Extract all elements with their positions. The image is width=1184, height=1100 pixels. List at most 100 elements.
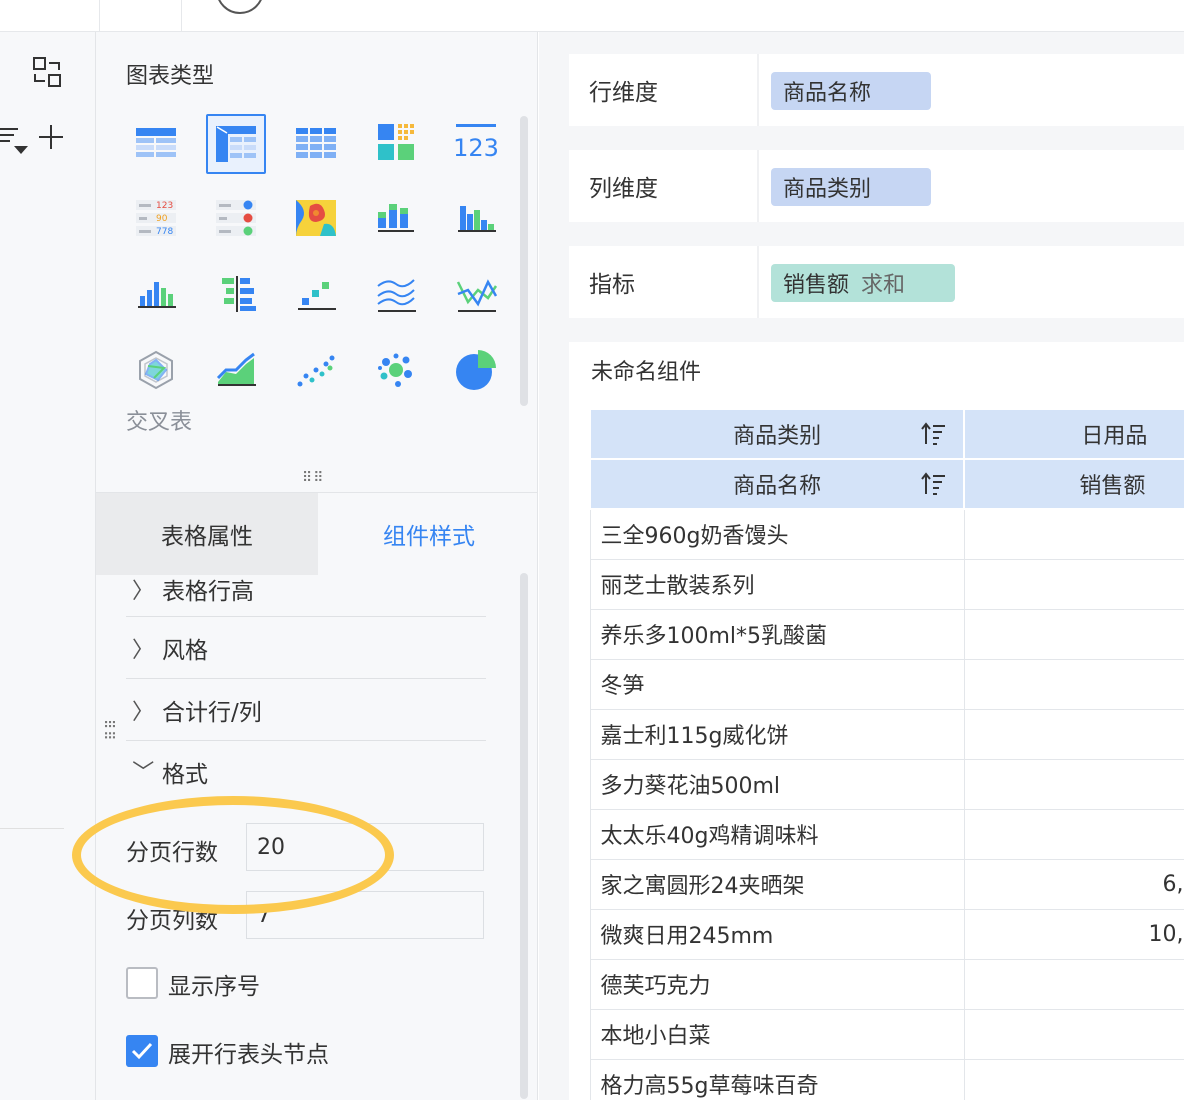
grouped-bar-icon[interactable] [448, 190, 504, 246]
line-chart-icon[interactable] [448, 266, 504, 322]
page-rows-input[interactable]: 20 [246, 823, 484, 871]
cross-table-icon[interactable] [206, 114, 266, 174]
row-value-cell[interactable] [963, 508, 1184, 560]
app-root: 图表类型 123 123 90 778 交叉表 ⠿⠿ 表格属性 组件样式 〉 表… [0, 0, 1184, 1100]
stacked-bar-icon[interactable] [368, 190, 424, 246]
row-name-cell[interactable]: 冬笋 [589, 658, 965, 710]
table-row: 冬笋 [589, 658, 1184, 710]
row-name-cell[interactable]: 三全960g奶香馒头 [589, 508, 965, 560]
area-chart-icon[interactable] [208, 342, 264, 398]
show-index-checkbox[interactable] [126, 967, 158, 999]
row-name-cell[interactable]: 养乐多100ml*5乳酸菌 [589, 608, 965, 660]
metric-field-pill[interactable]: 销售额 求和 [771, 264, 955, 302]
row-value-cell[interactable]: 6,8 [963, 858, 1184, 910]
row-name-cell[interactable]: 多力葵花油500ml [589, 758, 965, 810]
horizontal-bar-icon[interactable] [208, 266, 264, 322]
row-value-cell[interactable]: 10,4 [963, 908, 1184, 960]
row-name-cell[interactable]: 微爽日用245mm [589, 908, 965, 960]
top-toolbar [0, 0, 1184, 32]
row-value-cell[interactable] [963, 1058, 1184, 1100]
svg-text:123: 123 [156, 201, 173, 211]
sort-icon[interactable] [921, 472, 947, 496]
section-total-row-col[interactable]: 〉 合计行/列 [126, 679, 486, 741]
row-value-cell[interactable] [963, 708, 1184, 760]
section-format[interactable]: 〉 格式 [126, 741, 486, 803]
header-category-value: 日用品 [1081, 424, 1148, 449]
row-value-cell[interactable] [963, 758, 1184, 810]
section-label: 风格 [162, 637, 208, 664]
page-cols-input[interactable]: 7 [246, 891, 484, 939]
row-name-cell[interactable]: 太太乐40g鸡精调味料 [589, 808, 965, 860]
checkmark-icon [131, 1042, 153, 1060]
page-rows-label: 分页行数 [126, 840, 218, 866]
row-value-cell[interactable] [963, 658, 1184, 710]
metric-bar[interactable]: 指标 销售额 求和 [569, 246, 1184, 318]
expand-header-checkbox[interactable] [126, 1035, 158, 1067]
toolbar-segment[interactable] [0, 0, 100, 32]
expand-header-label: 展开行表头节点 [168, 1042, 329, 1068]
row-value-cell[interactable] [963, 1008, 1184, 1060]
table-row: 德芙巧克力 [589, 958, 1184, 1010]
row-value-cell[interactable] [963, 558, 1184, 610]
row-value-cell[interactable] [963, 958, 1184, 1010]
section-row-height[interactable]: 〉 表格行高 [126, 561, 486, 617]
chart-type-title: 图表类型 [126, 64, 215, 89]
kpi-list-icon[interactable]: 123 90 778 [128, 190, 184, 246]
multi-line-icon[interactable] [368, 266, 424, 322]
chart-panel-scrollbar[interactable] [520, 116, 528, 406]
svg-text:90: 90 [156, 214, 168, 224]
table-row: 微爽日用245mm10,4 [589, 908, 1184, 960]
add-icon[interactable] [38, 124, 64, 150]
table-row: 多力葵花油500ml [589, 758, 1184, 810]
pie-chart-icon[interactable] [448, 342, 504, 398]
row-name-cell[interactable]: 德芙巧克力 [589, 958, 965, 1010]
header-name-label: 商品名称 [733, 474, 822, 499]
row-dimension-bar[interactable]: 行维度 商品名称 [569, 54, 1184, 126]
header-cell[interactable]: 销售额 [963, 458, 1184, 510]
metric-field-name: 销售额 [783, 273, 850, 298]
scatter-chart-icon[interactable] [288, 342, 344, 398]
radar-chart-icon[interactable] [128, 342, 184, 398]
header-metric-value: 销售额 [1079, 474, 1146, 499]
cross-table: 商品类别 日用品 商品名称 销售额 三全960g奶香馒头 丽芝士散装系列 养乐多… [588, 408, 1184, 1100]
left-tool-strip [0, 32, 96, 1100]
column-field-pill[interactable]: 商品类别 [771, 168, 931, 206]
circle-icon[interactable] [216, 0, 264, 14]
property-panel-scrollbar[interactable] [520, 573, 528, 1099]
component-title: 未命名组件 [591, 360, 702, 385]
row-field-pill[interactable]: 商品名称 [771, 72, 931, 110]
row-name-cell[interactable]: 格力高55g草莓味百奇 [589, 1058, 965, 1100]
table-icon[interactable] [128, 114, 184, 170]
section-style[interactable]: 〉 风格 [126, 617, 486, 679]
row-value-cell[interactable] [963, 808, 1184, 860]
drag-handle-icon[interactable]: ⠿⠿ [100, 719, 116, 742]
bubble-chart-icon[interactable] [368, 342, 424, 398]
svg-text:778: 778 [156, 227, 173, 237]
kpi-number-icon[interactable]: 123 [448, 114, 504, 170]
property-panel: 表格属性 组件样式 〉 表格行高 〉 风格 〉 合计行/列 〉 格式 分页行数 … [96, 492, 538, 1100]
row-name-cell[interactable]: 本地小白菜 [589, 1008, 965, 1060]
row-name-cell[interactable]: 嘉士利115g威化饼 [589, 708, 965, 760]
step-chart-icon[interactable] [288, 266, 344, 322]
kpi-dot-icon[interactable] [208, 190, 264, 246]
heat-map-icon[interactable] [288, 190, 344, 246]
toolbar-segment[interactable] [100, 0, 264, 32]
metric-aggregation: 求和 [861, 273, 906, 298]
header-cell[interactable]: 商品类别 [588, 408, 966, 460]
heatmap-table-icon[interactable] [368, 114, 424, 170]
section-label: 表格行高 [162, 578, 254, 605]
column-chart-icon[interactable] [128, 266, 184, 322]
row-name-cell[interactable]: 家之寓圆形24夹晒架 [589, 858, 965, 910]
sort-filter-icon[interactable] [0, 124, 30, 156]
header-cell[interactable]: 日用品 [963, 408, 1184, 460]
row-value-cell[interactable] [963, 608, 1184, 660]
switch-layout-icon[interactable] [32, 56, 62, 88]
table-row: 嘉士利115g威化饼 [589, 708, 1184, 760]
row-name-cell[interactable]: 丽芝士散装系列 [589, 558, 965, 610]
resize-handle-icon[interactable]: ⠿⠿ [302, 470, 325, 486]
detail-table-icon[interactable] [288, 114, 344, 170]
column-dimension-bar[interactable]: 列维度 商品类别 [569, 150, 1184, 222]
table-component[interactable]: 未命名组件 商品类别 日用品 商品名称 销售额 三全960g奶香馒头 丽芝士散装… [569, 342, 1184, 1100]
header-cell[interactable]: 商品名称 [588, 458, 966, 510]
sort-icon[interactable] [921, 422, 947, 446]
